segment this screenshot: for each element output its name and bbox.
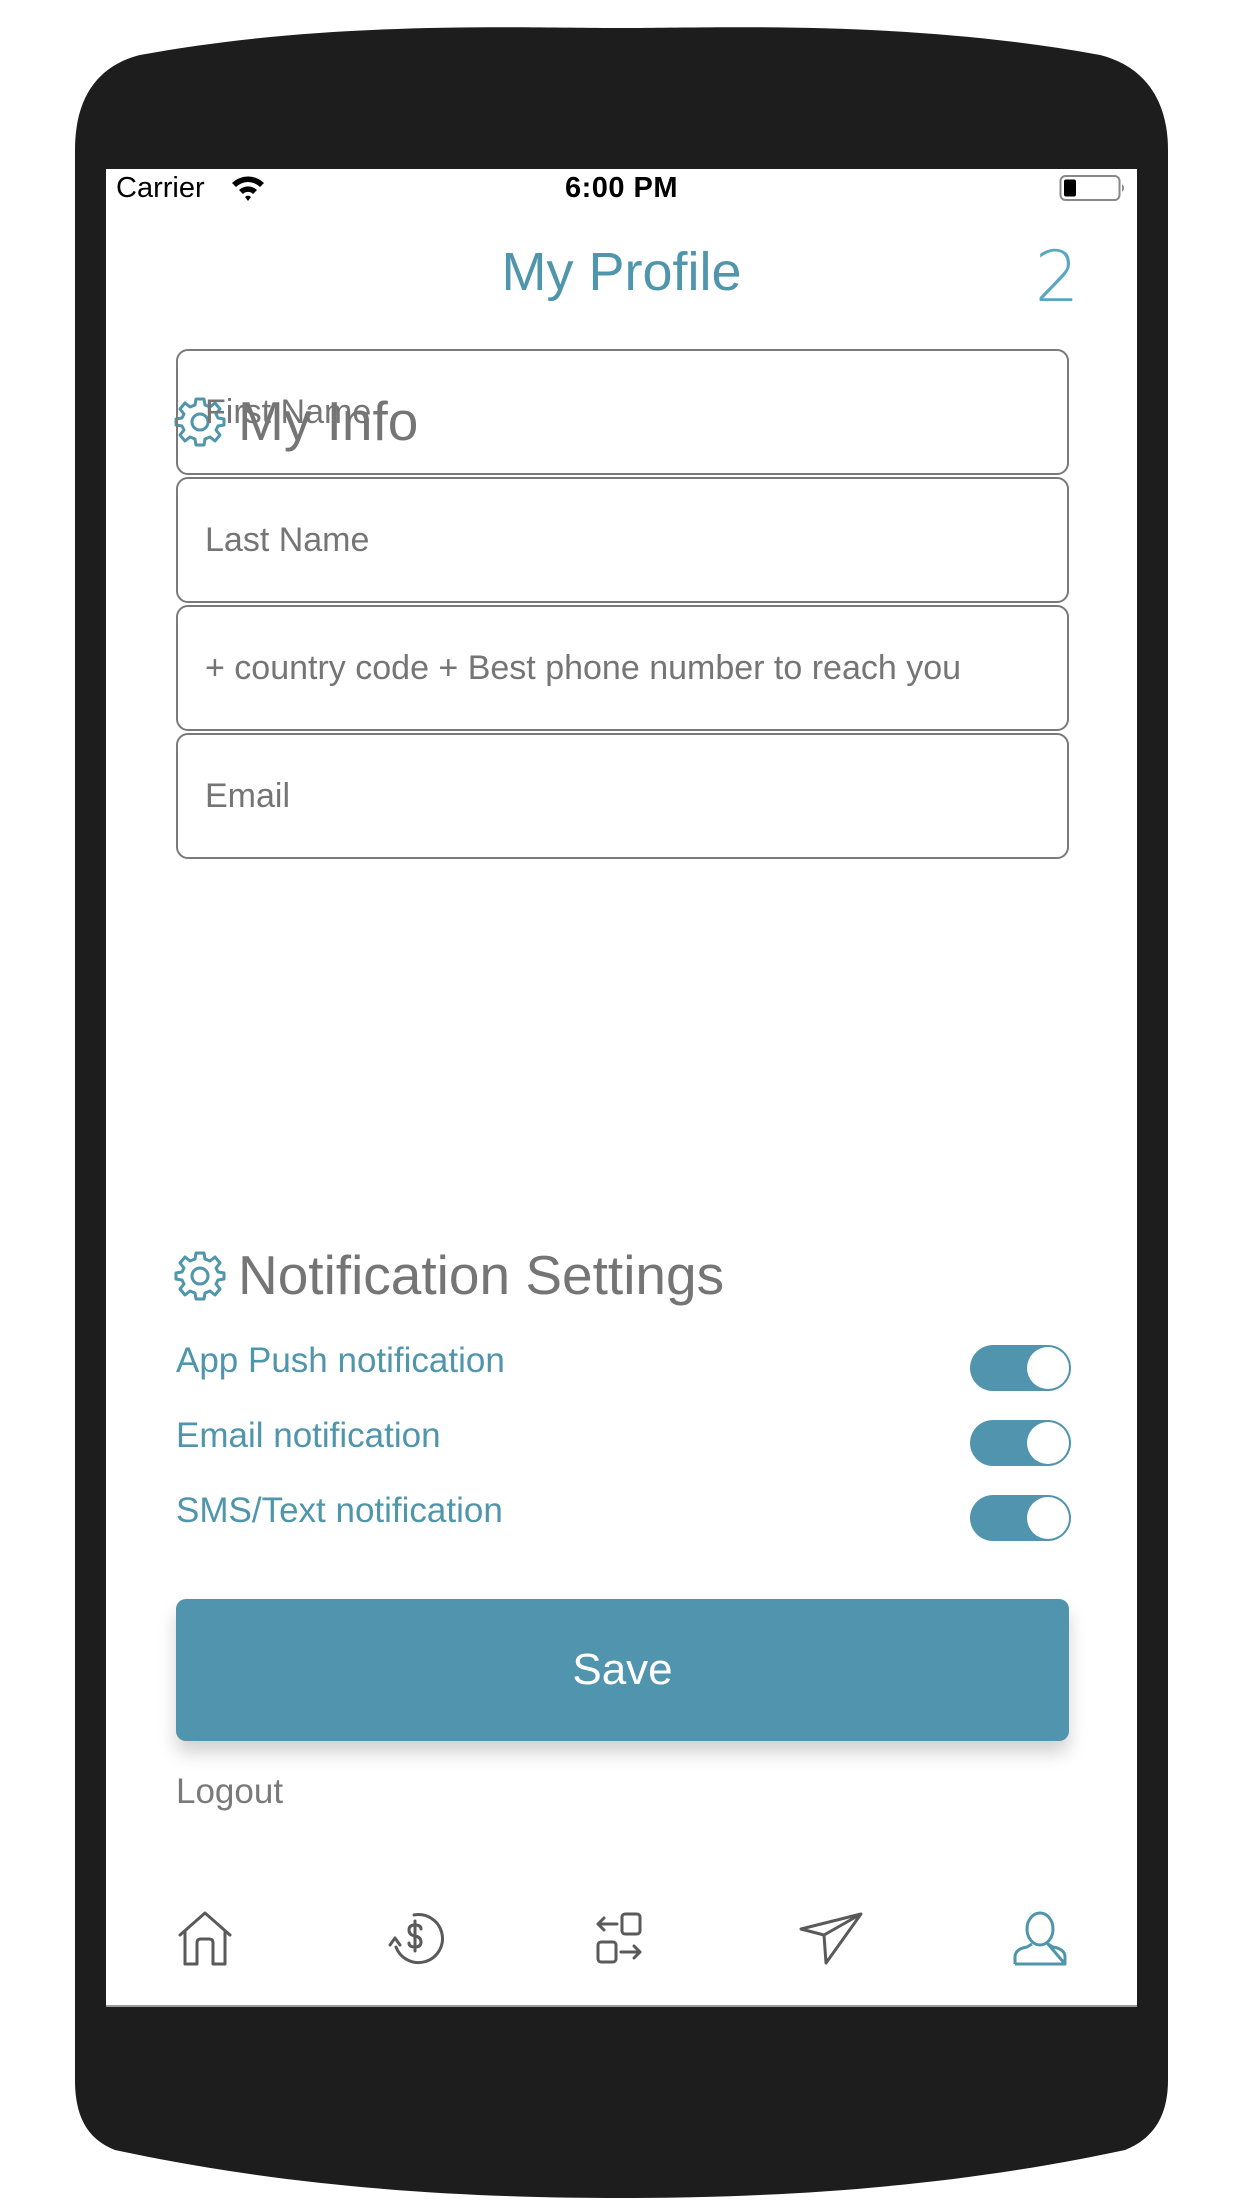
notification-settings-heading-text: Notification Settings [238,1244,725,1306]
profile-icon [1013,1911,1067,1966]
toggle-knob [1027,1347,1069,1389]
notification-row-app-push: App Push notification [176,1339,1071,1391]
gear-icon [174,1251,226,1301]
email-field [176,733,1069,859]
last-name-field [176,477,1069,603]
phone-input[interactable] [205,648,1067,688]
send-icon [799,1912,863,1965]
status-bar: Carrier 6:00 PM [106,169,1137,209]
dollar-refresh-icon [388,1913,444,1965]
save-button[interactable]: Save [176,1599,1069,1741]
sms-notification-label: SMS/Text notification [176,1491,503,1530]
notification-row-email: Email notification [176,1414,1071,1466]
nav-profile[interactable] [1000,1899,1080,1979]
bottom-nav [106,1899,1137,1989]
toggle-knob [1027,1422,1069,1464]
notification-settings-heading: Notification Settings [174,1244,725,1306]
nav-payments[interactable] [374,1899,454,1979]
transfer-icon [596,1912,642,1964]
page-title: My Profile [501,242,742,302]
email-notification-label: Email notification [176,1416,441,1455]
clock: 6:00 PM [564,172,679,204]
battery-low-icon [1059,175,1124,201]
notification-row-sms: SMS/Text notification [176,1489,1071,1541]
toggle-knob [1027,1497,1069,1539]
app-push-label: App Push notification [176,1341,505,1380]
first-name-field [176,349,1069,475]
first-name-input[interactable] [205,392,1067,432]
sms-notification-toggle[interactable] [970,1495,1071,1541]
logout-link[interactable]: Logout [176,1772,283,1812]
email-notification-toggle[interactable] [970,1420,1071,1466]
home-icon [178,1911,232,1966]
nav-send[interactable] [791,1899,871,1979]
phone-screen: Carrier 6:00 PM My Profile 2 My Info Fir… [106,169,1137,2007]
help-icon[interactable]: 2 [1032,241,1082,313]
last-name-input[interactable] [205,520,1067,560]
phone-field [176,605,1069,731]
nav-home[interactable] [165,1899,245,1979]
nav-transfer[interactable] [582,1899,662,1979]
email-input[interactable] [205,776,1067,816]
app-push-toggle[interactable] [970,1345,1071,1391]
